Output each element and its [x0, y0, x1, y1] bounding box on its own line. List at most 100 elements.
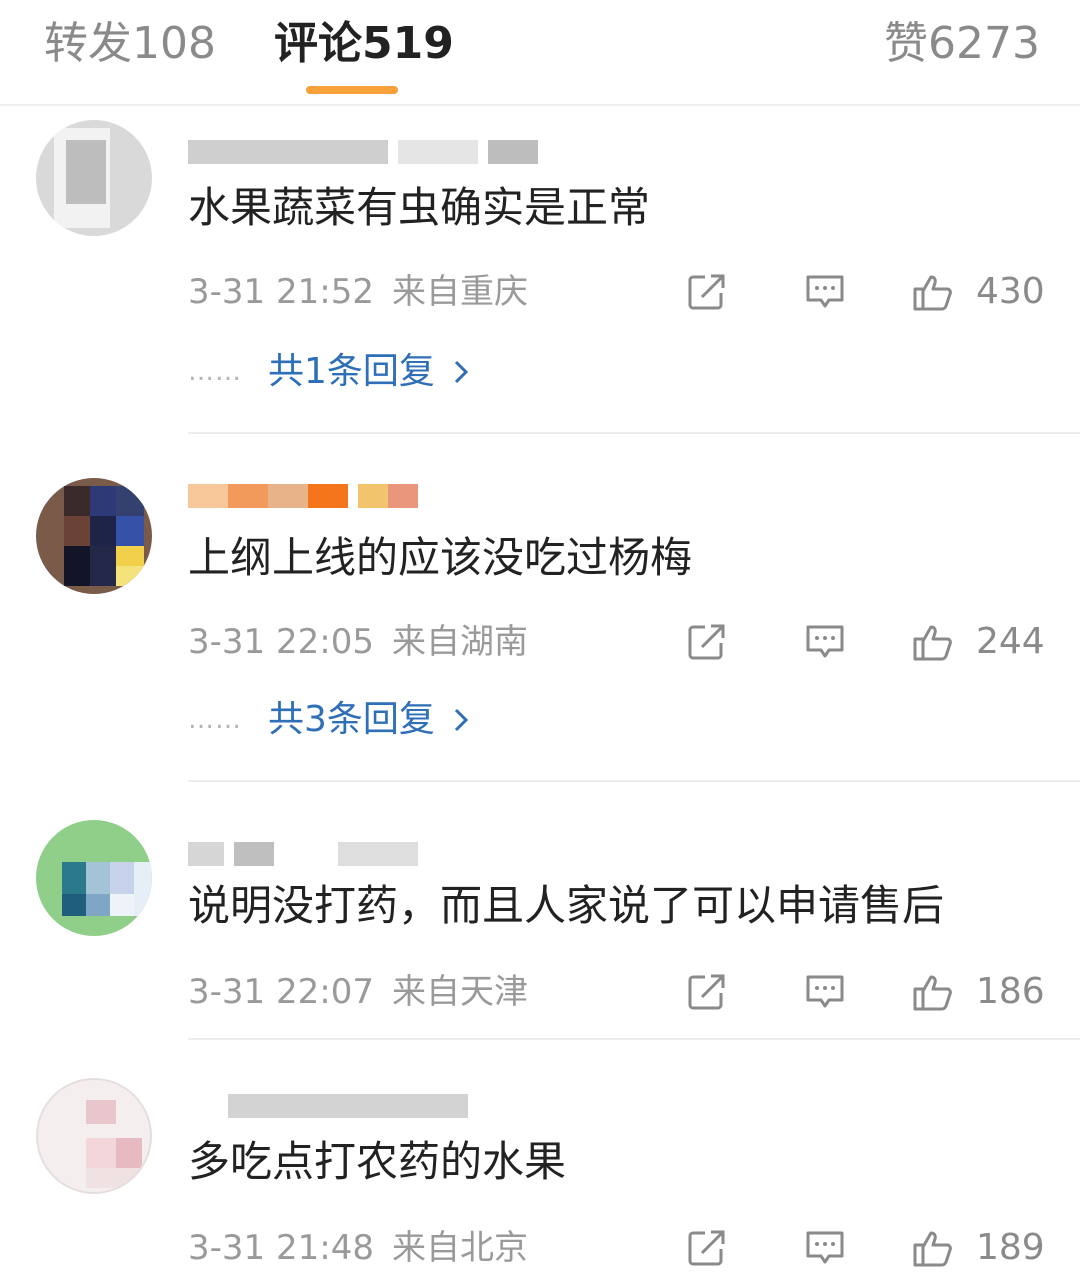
comment-time: 3-31 22:05 [188, 622, 374, 662]
avatar-mosaic [110, 894, 134, 916]
comment-time: 3-31 21:52 [188, 272, 374, 312]
avatar-mosaic [116, 1138, 142, 1168]
avatar-mosaic [116, 516, 144, 546]
comment-icon[interactable] [804, 972, 846, 1012]
tab-likes[interactable]: 赞6273 [884, 14, 1040, 74]
comment-divider [188, 432, 1080, 434]
comment-actions: 244 [686, 620, 1046, 664]
tab-reposts[interactable]: 转发108 [44, 14, 216, 74]
avatar-mosaic [90, 486, 116, 516]
active-tab-indicator [306, 86, 398, 94]
share-icon[interactable] [686, 1228, 728, 1268]
avatar-mosaic [86, 1100, 116, 1124]
avatar-mosaic [86, 894, 110, 916]
username-blur-block [338, 842, 418, 866]
username-blur-block [488, 140, 538, 164]
tab-likes-label: 赞 [884, 18, 929, 69]
comment-divider [188, 780, 1080, 782]
tab-comments[interactable]: 评论519 [274, 14, 454, 74]
username-blur-block [188, 140, 388, 164]
username-obscured[interactable] [188, 1094, 488, 1118]
view-replies-link[interactable]: 共3条回复 [268, 698, 435, 742]
view-replies-link[interactable]: 共1条回复 [268, 350, 435, 394]
replies-dots: …… [188, 705, 242, 735]
avatar[interactable] [36, 1078, 152, 1194]
thumbs-up-icon[interactable] [912, 622, 954, 662]
username-obscured[interactable] [188, 140, 548, 164]
share-icon[interactable] [686, 272, 728, 312]
tab-comments-label: 评论 [274, 18, 362, 69]
comment-meta: 3-31 22:07 来自天津 [188, 970, 528, 1014]
avatar[interactable] [36, 478, 152, 594]
replies-dots: …… [188, 357, 242, 387]
comment-text: 水果蔬菜有虫确实是正常 [188, 183, 651, 232]
avatar-mosaic [90, 546, 116, 586]
tab-likes-count: 6273 [928, 18, 1040, 69]
replies-row[interactable]: …… 共3条回复 [188, 698, 469, 742]
comment-item: 说明没打药，而且人家说了可以申请售后 3-31 22:07 来自天津 186 [0, 806, 1080, 1042]
username-blur-block [228, 484, 268, 508]
comment-item: 水果蔬菜有虫确实是正常 3-31 21:52 来自重庆 430 …… 共1条回复 [0, 108, 1080, 434]
share-icon[interactable] [686, 972, 728, 1012]
avatar-mosaic [110, 862, 134, 894]
chevron-right-icon [454, 708, 469, 732]
comment-actions: 186 [686, 970, 1046, 1014]
avatar-mosaic [134, 862, 152, 916]
avatar-mosaic [66, 140, 106, 204]
like-count: 244 [976, 621, 1045, 662]
avatar-mosaic [86, 862, 110, 894]
comment-meta: 3-31 21:48 来自北京 [188, 1226, 528, 1270]
username-blur-block [308, 484, 348, 508]
comment-icon[interactable] [804, 272, 846, 312]
chevron-right-icon [454, 360, 469, 384]
comment-actions: 189 [686, 1226, 1046, 1270]
avatar-mosaic [62, 894, 86, 916]
tab-reposts-label: 转发 [44, 18, 132, 69]
comment-time: 3-31 21:48 [188, 1228, 374, 1268]
comment-time: 3-31 22:07 [188, 972, 374, 1012]
username-obscured[interactable] [188, 842, 428, 866]
username-blur-block [234, 842, 274, 866]
username-blur-block [188, 842, 224, 866]
comment-text: 上纲上线的应该没吃过杨梅 [188, 533, 693, 582]
like-count: 430 [976, 271, 1045, 312]
share-icon[interactable] [686, 622, 728, 662]
username-blur-block [358, 484, 388, 508]
comment-meta: 3-31 21:52 来自重庆 [188, 270, 528, 314]
avatar-mosaic [86, 1168, 142, 1188]
thumbs-up-icon[interactable] [912, 1228, 954, 1268]
username-blur-block [268, 484, 308, 508]
avatar-mosaic [64, 486, 90, 516]
like-count: 189 [976, 1227, 1045, 1268]
avatar[interactable] [36, 120, 152, 236]
avatar-mosaic [116, 486, 144, 516]
avatar[interactable] [36, 820, 152, 936]
comment-location: 来自北京 [391, 1228, 528, 1268]
username-blur-block [228, 1094, 468, 1118]
like-count: 186 [976, 971, 1045, 1012]
avatar-mosaic [116, 546, 144, 566]
comment-icon[interactable] [804, 622, 846, 662]
avatar-mosaic [62, 862, 86, 894]
comment-tab-bar: 转发108 评论519 赞6273 [0, 0, 1080, 106]
avatar-mosaic [64, 546, 90, 586]
username-obscured[interactable] [188, 484, 428, 508]
thumbs-up-icon[interactable] [912, 272, 954, 312]
replies-row[interactable]: …… 共1条回复 [188, 350, 469, 394]
username-blur-block [388, 484, 418, 508]
avatar-mosaic [116, 566, 144, 586]
comment-location: 来自重庆 [391, 272, 528, 312]
comment-item: 多吃点打农药的水果 3-31 21:48 来自北京 189 [0, 1068, 1080, 1287]
comment-icon[interactable] [804, 1228, 846, 1268]
comment-meta: 3-31 22:05 来自湖南 [188, 620, 528, 664]
comment-location: 来自湖南 [391, 622, 528, 662]
comment-text: 说明没打药，而且人家说了可以申请售后 [188, 881, 945, 930]
comment-text: 多吃点打农药的水果 [188, 1137, 567, 1186]
thumbs-up-icon[interactable] [912, 972, 954, 1012]
avatar-mosaic [64, 516, 90, 546]
tab-reposts-count: 108 [132, 18, 216, 69]
comment-actions: 430 [686, 270, 1046, 314]
avatar-mosaic [86, 1138, 116, 1168]
comment-location: 来自天津 [391, 972, 528, 1012]
tab-comments-count: 519 [362, 18, 454, 69]
